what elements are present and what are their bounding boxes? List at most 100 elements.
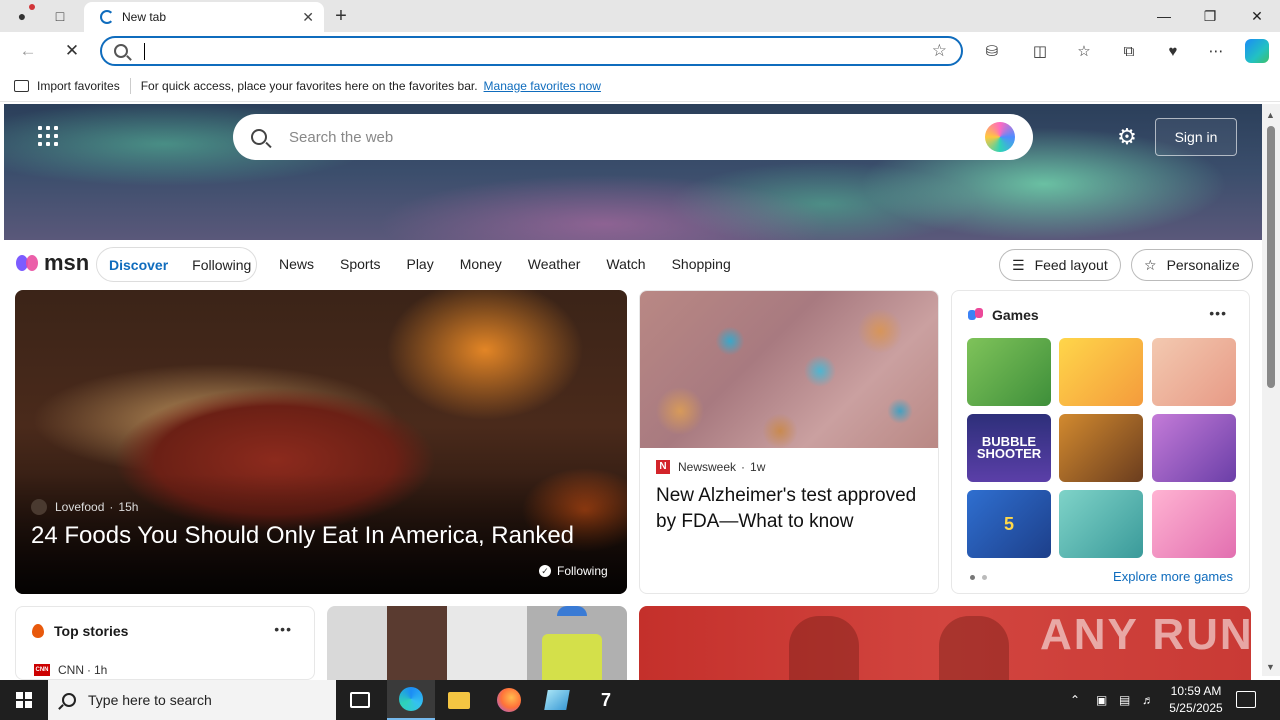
games-icon [968, 308, 984, 322]
restore-button[interactable]: ❐ [1187, 0, 1233, 32]
newsweek-logo: N [656, 460, 670, 474]
games-card: Games ••• BUBBLE SHOOTER 5 Explore more … [951, 290, 1250, 594]
collections-icon[interactable]: ⧉ [1117, 40, 1141, 62]
toolbar: ← ✕ ☆ ⛁ ◫ ☆ ⧉ ♥ ⋯ [0, 32, 1280, 70]
game-tile-pull-pin[interactable] [967, 338, 1051, 406]
person-silhouette [939, 616, 1009, 680]
food-story-card[interactable]: Lovefood · 15h 24 Foods You Should Only … [15, 290, 627, 594]
scroll-up-arrow-icon[interactable]: ▲ [1266, 110, 1275, 120]
windows-logo-icon [16, 692, 32, 708]
game-tile-hospital[interactable] [1059, 490, 1143, 558]
flame-icon [32, 624, 44, 638]
source-name: Lovefood [55, 500, 105, 514]
sliders-icon: ☰ [1012, 256, 1025, 273]
close-window-button[interactable]: ✕ [1234, 0, 1280, 32]
nav-shopping[interactable]: Shopping [672, 256, 731, 272]
game-tile-dress-up[interactable] [1152, 338, 1236, 406]
manage-favorites-link[interactable]: Manage favorites now [484, 79, 601, 93]
system-clock[interactable]: 10:59 AM 5/25/2025 [1166, 683, 1226, 717]
taskbar-search-input[interactable]: Type here to search [88, 692, 212, 708]
more-options-icon[interactable]: ••• [1209, 305, 1227, 321]
web-search-box[interactable]: Search the web [233, 114, 1033, 160]
taskbar-edge[interactable] [387, 680, 435, 720]
worker-story-card[interactable] [327, 606, 627, 680]
favorites-icon[interactable]: ☆ [1072, 40, 1096, 62]
favorites-message: For quick access, place your favorites h… [140, 78, 478, 93]
game-tile-cake-puzzle[interactable] [1059, 338, 1143, 406]
game-tile-princess[interactable] [1152, 490, 1236, 558]
personalize-button[interactable]: ☆ Personalize [1131, 249, 1253, 281]
import-icon [14, 79, 29, 92]
new-tab-button[interactable]: + [330, 4, 352, 28]
close-tab-icon[interactable]: ✕ [302, 9, 314, 26]
game-tile-fish-five[interactable]: 5 [967, 490, 1051, 558]
notifications-icon[interactable] [1236, 691, 1256, 708]
more-menu-icon[interactable]: ⋯ [1204, 40, 1228, 62]
scroll-down-arrow-icon[interactable]: ▼ [1266, 662, 1275, 672]
story-headline[interactable]: New Alzheimer's test approved by FDA—Wha… [656, 483, 926, 535]
tray-device-icon[interactable]: ▣ [1096, 680, 1107, 720]
taskbar-search-box[interactable]: Type here to search [48, 680, 336, 720]
taskbar-file-explorer[interactable] [435, 680, 483, 720]
copilot-search-icon[interactable] [985, 122, 1015, 152]
title-bar: ● □ New tab ✕ + — ❐ ✕ [0, 0, 1280, 32]
game-tile-story-girl[interactable] [1059, 414, 1143, 482]
copilot-icon[interactable] [1245, 39, 1269, 63]
settings-gear-icon[interactable]: ⚙ [1116, 126, 1138, 148]
scroll-thumb[interactable] [1267, 126, 1275, 388]
back-button[interactable]: ← [14, 38, 42, 64]
taskbar-7zip[interactable]: 7 [582, 680, 630, 720]
story-source: N Newsweek · 1w [656, 460, 765, 474]
search-icon [62, 693, 76, 707]
story-age: 1w [750, 460, 766, 474]
top-stories-header: Top stories [32, 623, 128, 639]
import-favorites-button[interactable]: Import favorites [14, 79, 120, 93]
favorite-star-icon[interactable]: ☆ [932, 41, 947, 61]
tab-following[interactable]: Following [192, 257, 251, 273]
address-bar[interactable]: ☆ [100, 36, 963, 66]
story-headline[interactable]: 24 Foods You Should Only Eat In America,… [31, 522, 574, 550]
game-tile-makeup-brushes[interactable] [1152, 414, 1236, 482]
sign-in-button[interactable]: Sign in [1155, 118, 1237, 156]
nav-play[interactable]: Play [406, 256, 433, 272]
divider [129, 77, 131, 94]
page-scrollbar[interactable]: ▲ ▼ [1262, 104, 1280, 676]
task-view-button[interactable] [336, 680, 384, 720]
split-screen-icon[interactable]: ◫ [1028, 40, 1052, 62]
web-search-input[interactable]: Search the web [289, 129, 985, 146]
network-icon[interactable]: ▤ [1119, 680, 1130, 720]
windows-taskbar: Type here to search 7 ⌃ ▣ ▤ ♬ 10:59 AM 5… [0, 680, 1280, 720]
story-source: CNN CNN · 1h [34, 663, 107, 677]
extensions-icon[interactable]: ⛁ [980, 40, 1004, 62]
apps-launcher-icon[interactable] [38, 126, 58, 146]
explore-more-games-link[interactable]: Explore more games [1113, 569, 1233, 584]
volume-icon[interactable]: ♬ [1142, 680, 1154, 720]
tray-chevron-icon[interactable]: ⌃ [1070, 680, 1080, 720]
tab-new-tab[interactable]: New tab ✕ [84, 2, 324, 32]
games-header: Games [968, 307, 1039, 323]
taskbar-firefox[interactable] [485, 680, 533, 720]
game-tile-bubble-shooter[interactable]: BUBBLE SHOOTER [967, 414, 1051, 482]
msn-logo[interactable]: msn [16, 250, 89, 276]
story-age: 1h [94, 663, 108, 677]
feed-layout-button[interactable]: ☰ Feed layout [999, 249, 1121, 281]
taskbar-app[interactable] [533, 680, 581, 720]
browser-essentials-icon[interactable]: ♥ [1161, 40, 1185, 62]
tab-actions-icon[interactable]: □ [48, 4, 72, 28]
nav-watch[interactable]: Watch [606, 256, 645, 272]
start-button[interactable] [0, 680, 48, 720]
category-nav: News Sports Play Money Weather Watch Sho… [279, 256, 757, 272]
tab-discover[interactable]: Discover [109, 257, 168, 273]
feed-toggle: Discover Following [96, 247, 257, 282]
nav-weather[interactable]: Weather [528, 256, 581, 272]
alzheimer-story-card[interactable]: N Newsweek · 1w New Alzheimer's test app… [639, 290, 939, 594]
carousel-dots[interactable] [970, 575, 994, 580]
minimize-button[interactable]: — [1141, 0, 1187, 32]
more-options-icon[interactable]: ••• [274, 621, 292, 637]
text-caret [144, 42, 145, 60]
stop-button[interactable]: ✕ [58, 38, 86, 64]
nav-sports[interactable]: Sports [340, 256, 380, 272]
anyrun-watermark: ANY RUN [1040, 610, 1254, 659]
nav-news[interactable]: News [279, 256, 314, 272]
nav-money[interactable]: Money [460, 256, 502, 272]
